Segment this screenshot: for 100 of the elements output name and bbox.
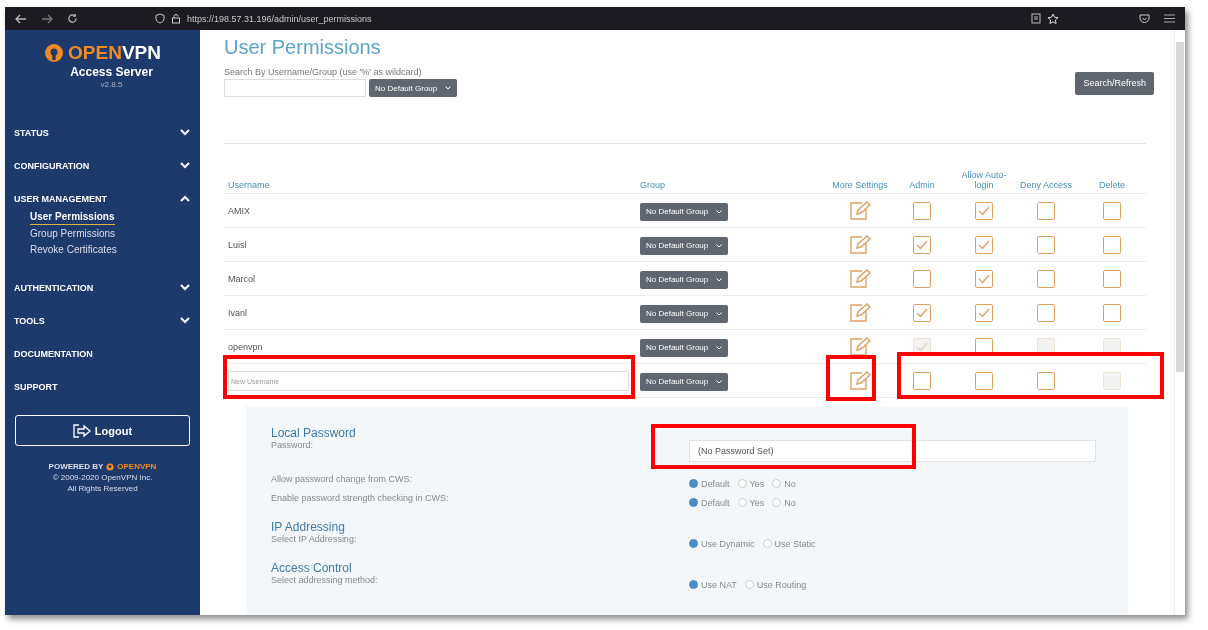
field-label: Password: [271,440,315,450]
checkbox[interactable] [975,371,993,390]
sidebar-menu-item[interactable]: STATUS [5,116,200,149]
radio-option[interactable]: Yes [737,497,765,508]
group-dropdown[interactable]: No Default Group [640,304,729,323]
radio-label: No [784,478,796,489]
checkbox[interactable] [913,269,931,288]
reader-icon[interactable] [1031,13,1041,24]
checkbox[interactable] [1037,201,1055,220]
group-dropdown[interactable]: No Default Group [640,372,729,391]
radio-button[interactable] [737,498,747,507]
checkbox[interactable] [975,235,993,254]
forward-icon[interactable] [41,13,53,24]
checkbox[interactable] [975,303,993,322]
column-header: Group [640,180,666,190]
caret-icon [716,379,723,384]
sidebar-menu-item[interactable]: AUTHENTICATION [5,271,200,304]
radio-button[interactable] [689,479,698,488]
caret-icon [716,209,723,214]
sidebar-submenu-item[interactable]: Group Permissions [30,227,200,241]
powered-by-text: POWERED BY [48,462,104,471]
menu-icon[interactable] [1164,14,1175,23]
caret-icon [716,277,723,282]
column-header: Deny Access [1019,180,1073,190]
radio-option[interactable]: No [772,478,796,489]
field-label: Allow password change from CWS: [271,474,414,484]
search-field[interactable] [224,79,366,97]
search-label: Search By Username/Group (use '%' as wildcard) [224,67,423,77]
checkbox[interactable] [913,371,931,390]
reload-icon[interactable] [67,13,78,24]
checkbox[interactable] [1037,371,1055,390]
radio-option[interactable]: Use NAT [689,579,737,590]
checkbox[interactable] [913,303,931,322]
logout-icon [72,423,91,438]
password-field[interactable]: (No Password Set) [689,440,1096,462]
group-dropdown[interactable]: No Default Group [640,202,729,221]
logout-button[interactable]: Logout [15,415,190,446]
radio-button[interactable] [772,479,782,488]
group-filter-dropdown[interactable]: No Default Group [369,79,458,97]
sidebar-menu-item[interactable]: TOOLS [5,304,200,337]
sidebar-submenu-item[interactable]: User Permissions [30,210,115,225]
checkbox[interactable] [1103,303,1121,322]
column-header: Username [227,180,271,190]
edit-icon[interactable] [849,200,871,221]
edit-icon[interactable] [849,234,871,255]
section-heading: Local Password [271,426,357,440]
group-dropdown[interactable]: No Default Group [640,270,729,289]
sidebar-menu-item[interactable]: DOCUMENTATION [5,337,200,370]
username-cell-text: Marcol [227,273,256,284]
column-header: More Settings [831,180,889,190]
address-bar-url[interactable]: https://198.57.31.196/admin/user_permissions [187,13,372,24]
radio-option[interactable]: No [772,497,796,508]
checkbox[interactable] [1103,201,1121,220]
edit-icon[interactable] [849,336,871,357]
back-icon[interactable] [15,13,27,24]
radio-option[interactable]: Use Static [762,538,816,549]
radio-button[interactable] [689,539,698,548]
checkbox[interactable] [1037,235,1055,254]
field-label: Enable password strength checking in CWS: [271,493,450,503]
radio-option[interactable]: Use Routing [744,579,807,590]
checkbox[interactable] [1103,269,1121,288]
edit-icon[interactable] [849,268,871,289]
radio-option[interactable]: Default [689,497,730,508]
sidebar-submenu-item[interactable]: Revoke Certificates [30,243,200,257]
column-header: Allow Auto-login [960,170,1008,190]
star-icon[interactable] [1047,12,1059,25]
sidebar-menu-item[interactable]: CONFIGURATION [5,149,200,182]
checkbox[interactable] [1037,303,1055,322]
checkbox[interactable] [913,235,931,254]
checkbox[interactable] [1037,269,1055,288]
username-cell-text: openvpn [227,341,264,352]
edit-icon[interactable] [849,302,871,323]
checkbox[interactable] [913,201,931,220]
radio-button[interactable] [762,539,772,548]
radio-option[interactable]: Default [689,478,730,489]
radio-option[interactable]: Use Dynamic [689,538,755,549]
edit-icon[interactable] [849,370,871,391]
pocket-icon[interactable] [1139,13,1150,24]
group-dropdown[interactable]: No Default Group [640,338,729,357]
section-heading: Access Control [271,561,353,575]
sidebar-menu-item[interactable]: SUPPORT [5,370,200,403]
caret-icon [716,345,723,350]
checkbox[interactable] [975,269,993,288]
column-header: Delete [1098,180,1126,190]
checkbox[interactable] [1103,235,1121,254]
radio-button[interactable] [689,580,698,589]
radio-button[interactable] [772,498,782,507]
radio-option[interactable]: Yes [737,478,765,489]
radio-label: Use Static [774,538,816,549]
checkbox[interactable] [975,201,993,220]
radio-label: Use NAT [701,579,737,590]
radio-label: Yes [749,497,765,508]
radio-button[interactable] [737,479,747,488]
caret-icon [716,243,723,248]
radio-label: Default [701,497,730,508]
search-refresh-button[interactable]: Search/Refresh [1075,71,1154,95]
radio-button[interactable] [744,580,754,589]
group-dropdown[interactable]: No Default Group [640,236,729,255]
scrollbar[interactable] [1174,30,1185,615]
radio-button[interactable] [689,498,698,507]
